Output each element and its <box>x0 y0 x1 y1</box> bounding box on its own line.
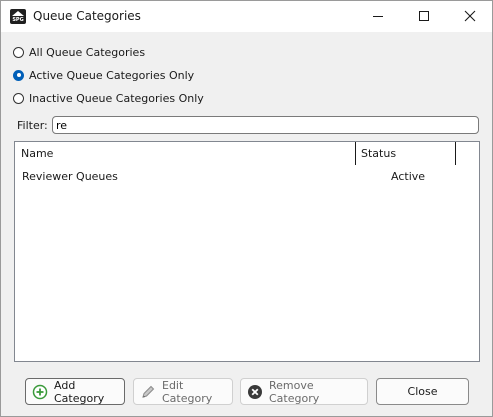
list-item[interactable]: Reviewer Queues Active <box>15 168 479 185</box>
title-bar[interactable]: SPG Queue Categories <box>1 1 492 32</box>
pencil-icon <box>140 384 156 400</box>
queue-categories-window: SPG Queue Categories All Queue Categorie… <box>0 0 493 417</box>
close-button[interactable]: Close <box>376 378 469 405</box>
category-name: Reviewer Queues <box>22 170 118 183</box>
window-title: Queue Categories <box>33 9 141 23</box>
remove-category-button[interactable]: Remove Category <box>240 378 368 405</box>
close-icon <box>464 10 476 22</box>
close-window-button[interactable] <box>447 1 493 32</box>
radio-inactive-categories[interactable]: Inactive Queue Categories Only <box>13 90 204 106</box>
radio-label: Inactive Queue Categories Only <box>29 91 204 105</box>
add-category-button[interactable]: Add Category <box>25 378 125 405</box>
category-status: Active <box>391 170 426 183</box>
radio-label: All Queue Categories <box>29 45 146 59</box>
radio-active-categories[interactable]: Active Queue Categories Only <box>13 67 194 83</box>
radio-button[interactable] <box>13 92 24 104</box>
radio-label: Active Queue Categories Only <box>29 68 195 82</box>
add-circle-icon <box>32 384 48 400</box>
categories-list[interactable]: Name Status Reviewer Queues Active <box>14 141 480 362</box>
edit-category-button[interactable]: Edit Category <box>133 378 233 405</box>
filter-input[interactable] <box>52 116 479 134</box>
minimize-icon <box>373 16 383 17</box>
list-header: Name Status <box>15 142 479 165</box>
radio-button-selected[interactable] <box>13 69 24 81</box>
button-label: Edit Category <box>162 378 213 405</box>
button-label: Close <box>407 385 438 398</box>
remove-circle-icon <box>247 384 263 400</box>
minimize-button[interactable] <box>355 1 401 32</box>
radio-all-categories[interactable]: All Queue Categories <box>13 44 145 60</box>
button-label: Remove Category <box>269 378 320 405</box>
filter-label: Filter: <box>17 119 48 132</box>
radio-button[interactable] <box>13 46 24 58</box>
button-label: Add Category <box>54 378 105 405</box>
maximize-icon <box>419 11 429 21</box>
column-header-name[interactable]: Name <box>15 142 356 165</box>
column-header-status[interactable]: Status <box>356 142 456 165</box>
maximize-button[interactable] <box>401 1 447 32</box>
app-logo-icon: SPG <box>10 9 26 24</box>
